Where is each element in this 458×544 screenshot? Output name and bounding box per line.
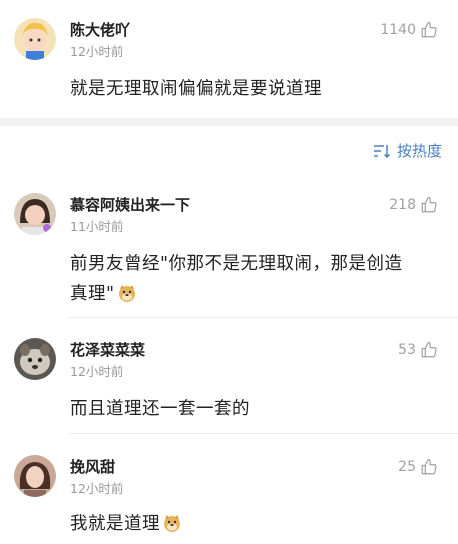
avatar[interactable]	[14, 18, 56, 60]
like-button[interactable]: 1140	[380, 21, 438, 39]
like-count: 218	[389, 197, 416, 213]
thumbs-up-icon	[421, 458, 437, 475]
username[interactable]: 挽风甜	[70, 458, 115, 476]
doge-emoji-icon	[162, 513, 182, 533]
like-count: 53	[398, 342, 416, 358]
sort-button[interactable]: 按热度	[373, 142, 442, 160]
username[interactable]: 陈大佬吖	[70, 21, 130, 39]
comment-text-line: 真理"	[70, 279, 450, 309]
comment-text: 我就是道理	[70, 509, 182, 539]
like-button[interactable]: 25	[398, 458, 438, 476]
avatar[interactable]	[14, 193, 56, 235]
timestamp: 11小时前	[70, 219, 124, 234]
thumbs-up-icon	[421, 341, 437, 358]
comment-text-segment: 真理"	[70, 284, 115, 304]
timestamp: 12小时前	[70, 481, 124, 496]
comment-text: 前男友曾经"你那不是无理取闹，那是创造 真理"	[70, 249, 450, 309]
comment-divider	[68, 317, 458, 318]
comment-text: 就是无理取闹偏偏就是要说道理	[70, 79, 322, 99]
thumbs-up-icon	[421, 196, 437, 213]
username[interactable]: 慕容阿姨出来一下	[70, 196, 190, 214]
comment-text: 而且道理还一套一套的	[70, 399, 250, 419]
avatar[interactable]	[14, 455, 56, 497]
comment-text-line: 前男友曾经"你那不是无理取闹，那是创造	[70, 254, 403, 274]
comment-text-segment: 我就是道理	[70, 514, 160, 534]
like-button[interactable]: 218	[389, 196, 438, 214]
like-count: 25	[398, 459, 416, 475]
doge-emoji-icon	[117, 283, 137, 303]
avatar[interactable]	[14, 338, 56, 380]
sort-label: 按热度	[396, 142, 442, 160]
timestamp: 12小时前	[70, 364, 124, 379]
like-count: 1140	[380, 22, 416, 38]
sort-icon	[373, 145, 391, 159]
username[interactable]: 花泽菜菜菜	[70, 341, 145, 359]
timestamp: 12小时前	[70, 44, 124, 59]
thumbs-up-icon	[421, 21, 437, 38]
section-divider	[0, 118, 458, 126]
comment-divider	[68, 433, 458, 434]
like-button[interactable]: 53	[398, 341, 438, 359]
